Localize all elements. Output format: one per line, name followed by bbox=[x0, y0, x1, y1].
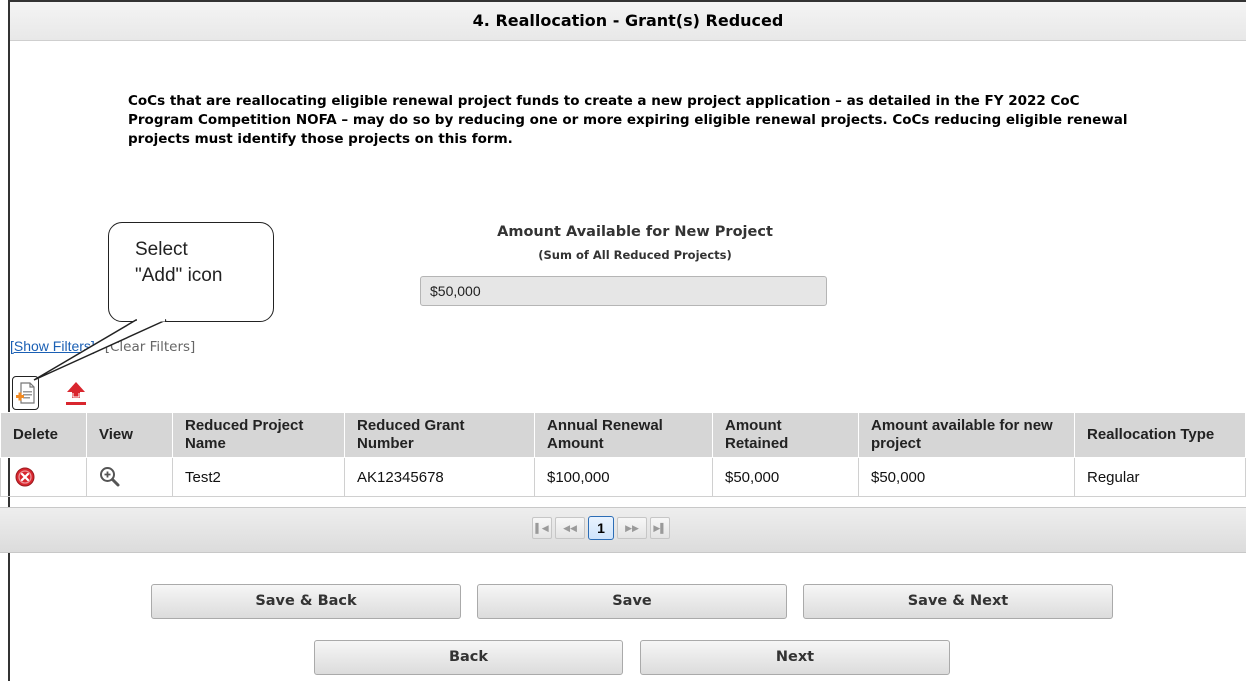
grant-number-cell: AK12345678 bbox=[344, 457, 535, 497]
previous-page-button[interactable]: ◀◀ bbox=[555, 517, 585, 539]
amount-available-label: Amount Available for New Project bbox=[497, 224, 773, 240]
delete-icon[interactable] bbox=[15, 467, 35, 487]
save-button[interactable]: Save bbox=[477, 584, 787, 619]
first-page-button[interactable]: ▌◀ bbox=[532, 517, 552, 539]
zoom-in-icon[interactable] bbox=[99, 466, 121, 488]
pagination: ▌◀ ◀◀ 1 ▶▶ ▶▌ bbox=[532, 516, 670, 541]
column-header-amount-available[interactable]: Amount available for new project bbox=[858, 412, 1075, 458]
column-header-annual-renewal[interactable]: Annual Renewal Amount bbox=[534, 412, 713, 458]
view-cell bbox=[86, 457, 173, 497]
instructions-text: CoCs that are reallocating eligible rene… bbox=[128, 93, 1128, 147]
annual-renewal-cell: $100,000 bbox=[534, 457, 713, 497]
pagination-bar: ▌◀ ◀◀ 1 ▶▶ ▶▌ bbox=[0, 507, 1246, 553]
callout-line-2: "Add" icon bbox=[135, 265, 223, 286]
upload-icon bbox=[66, 382, 86, 405]
page-header: 4. Reallocation - Grant(s) Reduced bbox=[10, 2, 1246, 41]
instruction-callout: Select "Add" icon bbox=[108, 222, 274, 322]
back-button[interactable]: Back bbox=[314, 640, 623, 675]
reduced-projects-table: Delete View Reduced Project Name Reduced… bbox=[0, 412, 1246, 497]
next-page-button[interactable]: ▶▶ bbox=[617, 517, 647, 539]
filter-links: [Show Filters] [Clear Filters] bbox=[10, 338, 195, 355]
amount-retained-cell: $50,000 bbox=[712, 457, 859, 497]
column-header-grant-number[interactable]: Reduced Grant Number bbox=[344, 412, 535, 458]
table-header-row: Delete View Reduced Project Name Reduced… bbox=[0, 412, 1246, 458]
project-name-cell: Test2 bbox=[172, 457, 345, 497]
add-button[interactable] bbox=[12, 376, 39, 410]
column-header-amount-retained[interactable]: Amount Retained bbox=[712, 412, 859, 458]
column-header-view[interactable]: View bbox=[86, 412, 173, 458]
upload-button[interactable] bbox=[64, 380, 88, 408]
add-document-icon bbox=[16, 382, 35, 404]
callout-line-1: Select bbox=[135, 239, 188, 260]
next-button[interactable]: Next bbox=[640, 640, 950, 675]
delete-cell bbox=[0, 457, 87, 497]
last-page-button[interactable]: ▶▌ bbox=[650, 517, 670, 539]
current-page-button[interactable]: 1 bbox=[588, 516, 614, 540]
column-header-project-name[interactable]: Reduced Project Name bbox=[172, 412, 345, 458]
column-header-reallocation-type[interactable]: Reallocation Type bbox=[1074, 412, 1246, 458]
amount-available-cell: $50,000 bbox=[858, 457, 1075, 497]
page-title: 4. Reallocation - Grant(s) Reduced bbox=[472, 11, 784, 30]
amount-available-sublabel: (Sum of All Reduced Projects) bbox=[538, 248, 732, 262]
table-row: Test2 AK12345678 $100,000 $50,000 $50,00… bbox=[0, 457, 1246, 497]
save-and-back-button[interactable]: Save & Back bbox=[151, 584, 461, 619]
reallocation-type-cell: Regular bbox=[1074, 457, 1246, 497]
clear-filters-link[interactable]: [Clear Filters] bbox=[105, 339, 196, 355]
amount-available-field: $50,000 bbox=[420, 276, 827, 306]
save-and-next-button[interactable]: Save & Next bbox=[803, 584, 1113, 619]
show-filters-link[interactable]: [Show Filters] bbox=[10, 338, 95, 354]
column-header-delete[interactable]: Delete bbox=[0, 412, 87, 458]
